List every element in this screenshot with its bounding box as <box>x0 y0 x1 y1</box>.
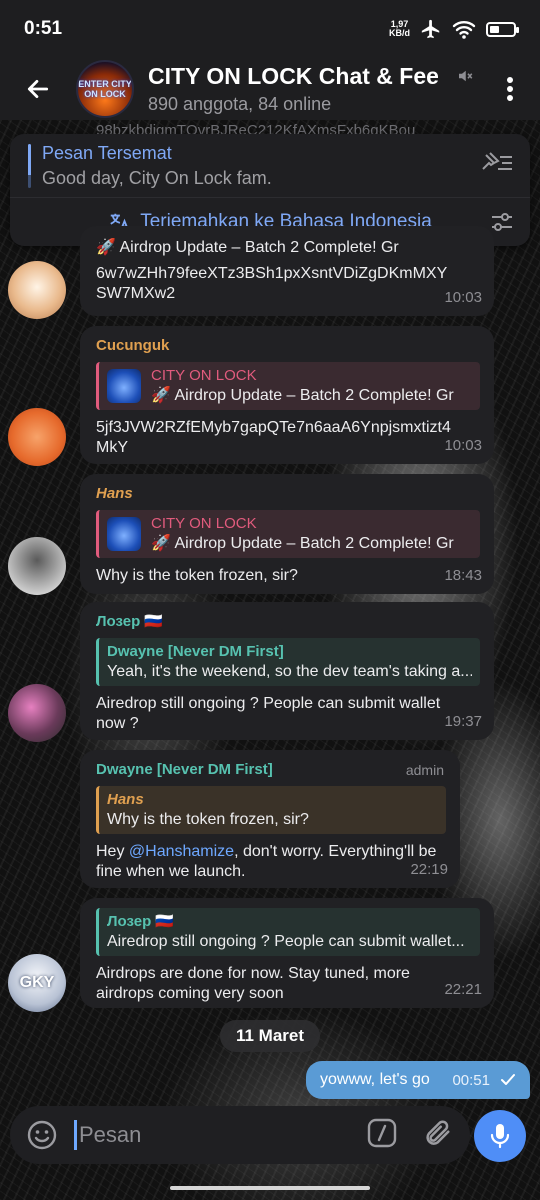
message-time: 19:37 <box>444 713 482 730</box>
chat-title-area[interactable]: CITY ON LOCK Chat & Fee 890 anggota, 84 … <box>148 63 438 115</box>
reply-text: 🚀 Airdrop Update – Batch 2 Complete! Gr <box>96 239 399 256</box>
message-sender[interactable]: Лозер 🇷🇺 <box>96 612 480 632</box>
message-bubble[interactable]: Cucunguk CITY ON LOCK 🚀 Airdrop Update –… <box>80 326 494 464</box>
message-bubble[interactable]: Hans CITY ON LOCK 🚀 Airdrop Update – Bat… <box>80 474 494 594</box>
message-time: 22:19 <box>410 861 448 878</box>
group-avatar[interactable]: ENTER CITY ON LOCK <box>76 60 134 118</box>
reply-sender: Hans <box>107 791 144 808</box>
bot-commands-button[interactable] <box>366 1117 398 1154</box>
pin-list-icon <box>482 152 512 170</box>
wifi-icon <box>452 21 476 39</box>
outgoing-message-time: 00:51 <box>452 1071 490 1089</box>
reply-text: 🚀 Airdrop Update – Batch 2 Complete! Gr <box>151 535 454 552</box>
airplane-icon <box>421 19 440 39</box>
message-text-prefix: Hey <box>96 843 129 860</box>
avatar-kitten[interactable] <box>8 261 66 319</box>
message-sender[interactable]: Hans <box>96 484 480 504</box>
reply-text: Yeah, it's the weekend, so the dev team'… <box>107 663 472 680</box>
reply-text: Airedrop still ongoing ? People can subm… <box>107 933 465 950</box>
chat-header: ENTER CITY ON LOCK CITY ON LOCK Chat & F… <box>0 58 540 120</box>
message-sender[interactable]: Cucunguk <box>96 336 480 356</box>
message-sender[interactable]: Dwayne [Never DM First] <box>96 760 446 780</box>
chat-title: CITY ON LOCK Chat & Fee <box>148 63 438 89</box>
avatar-cucunguk[interactable] <box>8 408 66 466</box>
date-divider: 11 Maret <box>220 1020 320 1052</box>
message-text: Hey @Hanshamize, don't worry. Everything… <box>96 842 446 882</box>
voice-message-button[interactable] <box>474 1110 526 1162</box>
reply-sender: Лозер 🇷🇺 <box>107 913 175 930</box>
slash-command-icon <box>367 1118 397 1147</box>
admin-badge: admin <box>405 762 444 778</box>
reply-preview[interactable]: Dwayne [Never DM First] Yeah, it's the w… <box>96 638 480 686</box>
avatar-gky[interactable]: GKY <box>8 954 66 1012</box>
message-input[interactable]: Pesan <box>79 1122 141 1148</box>
reply-preview[interactable]: Лозер 🇷🇺 Airedrop still ongoing ? People… <box>96 908 480 956</box>
reply-thumbnail <box>107 369 141 403</box>
more-options-button[interactable] <box>480 76 540 102</box>
pinned-title: Pesan Tersemat <box>42 142 172 163</box>
translate-settings-icon[interactable] <box>490 211 514 233</box>
message-bubble[interactable]: Dwayne [Never DM First] admin Hans Why i… <box>80 750 460 888</box>
pinned-message[interactable]: Pesan Tersemat Good day, City On Lock fa… <box>10 134 530 198</box>
sent-check-icon <box>501 1074 515 1085</box>
arrow-left-icon <box>27 80 49 98</box>
message-text: 5jf3JVW2RZfEMyb7gapQTe7n6aaA6Ynpjsmxtizt… <box>96 419 451 456</box>
reply-text: Why is the token frozen, sir? <box>107 811 309 828</box>
user-mention-link[interactable]: @Hanshamize <box>129 843 234 860</box>
message-time: 18:43 <box>444 567 482 584</box>
message-text: Airdrops are done for now. Stay tuned, m… <box>96 965 410 1002</box>
avatar-lozer[interactable] <box>8 684 66 742</box>
home-indicator[interactable] <box>170 1186 370 1190</box>
reply-sender: Dwayne [Never DM First] <box>107 643 284 660</box>
more-vertical-icon <box>507 77 513 101</box>
message-bubble[interactable]: Лозер 🇷🇺 Airedrop still ongoing ? People… <box>80 898 494 1008</box>
back-button[interactable] <box>0 58 76 120</box>
reply-preview[interactable]: CITY ON LOCK 🚀 Airdrop Update – Batch 2 … <box>96 510 480 558</box>
outgoing-message-bubble[interactable]: yowww, let's go 00:51 <box>306 1061 530 1099</box>
attach-button[interactable] <box>422 1117 452 1154</box>
message-time: 10:03 <box>444 437 482 454</box>
pinned-text: Good day, City On Lock fam. <box>42 167 272 188</box>
mute-icon <box>459 70 473 82</box>
emoji-icon <box>27 1120 57 1150</box>
avatar-gky-text: GKY <box>19 974 55 991</box>
status-bar: 0:51 1,97 KB/d <box>0 0 540 58</box>
avatar-hans[interactable] <box>8 537 66 595</box>
emoji-button[interactable] <box>10 1119 74 1151</box>
message-bubble[interactable]: Лозер 🇷🇺 Dwayne [Never DM First] Yeah, i… <box>80 602 494 740</box>
status-time: 0:51 <box>24 18 63 39</box>
outgoing-message-text: yowww, let's go <box>320 1071 430 1088</box>
message-text: Airedrop still ongoing ? People can subm… <box>96 695 441 732</box>
text-cursor <box>74 1120 77 1150</box>
reply-text: 🚀 Airdrop Update – Batch 2 Complete! Gr <box>151 387 454 404</box>
message-bubble[interactable]: 🚀 Airdrop Update – Batch 2 Complete! Gr … <box>80 226 494 316</box>
reply-sender: CITY ON LOCK <box>151 515 257 532</box>
message-input-bar: Pesan <box>10 1106 470 1164</box>
network-speed: 1,97 KB/d <box>389 20 410 38</box>
reply-preview[interactable]: Hans Why is the token frozen, sir? <box>96 786 446 834</box>
message-time: 10:03 <box>444 289 482 306</box>
reply-preview[interactable]: 🚀 Airdrop Update – Batch 2 Complete! Gr <box>96 238 480 258</box>
chat-subtitle: 890 anggota, 84 online <box>148 94 332 114</box>
paperclip-icon <box>426 1119 450 1145</box>
pinned-indicator-bar <box>28 143 31 188</box>
message-time: 22:21 <box>444 981 482 998</box>
reply-thumbnail <box>107 517 141 551</box>
reply-sender: CITY ON LOCK <box>151 367 257 384</box>
group-avatar-text: ENTER CITY ON LOCK <box>78 79 132 99</box>
pinned-list-button[interactable] <box>480 151 514 180</box>
reply-preview[interactable]: CITY ON LOCK 🚀 Airdrop Update – Batch 2 … <box>96 362 480 410</box>
network-speed-unit: KB/d <box>389 28 410 38</box>
message-text: Why is the token frozen, sir? <box>96 567 298 584</box>
message-text: 6w7wZHh79feeXTz3BSh1pxXsntVDiZgDKmMXYSW7… <box>96 265 448 302</box>
microphone-icon <box>490 1124 510 1149</box>
battery-icon <box>486 21 519 37</box>
